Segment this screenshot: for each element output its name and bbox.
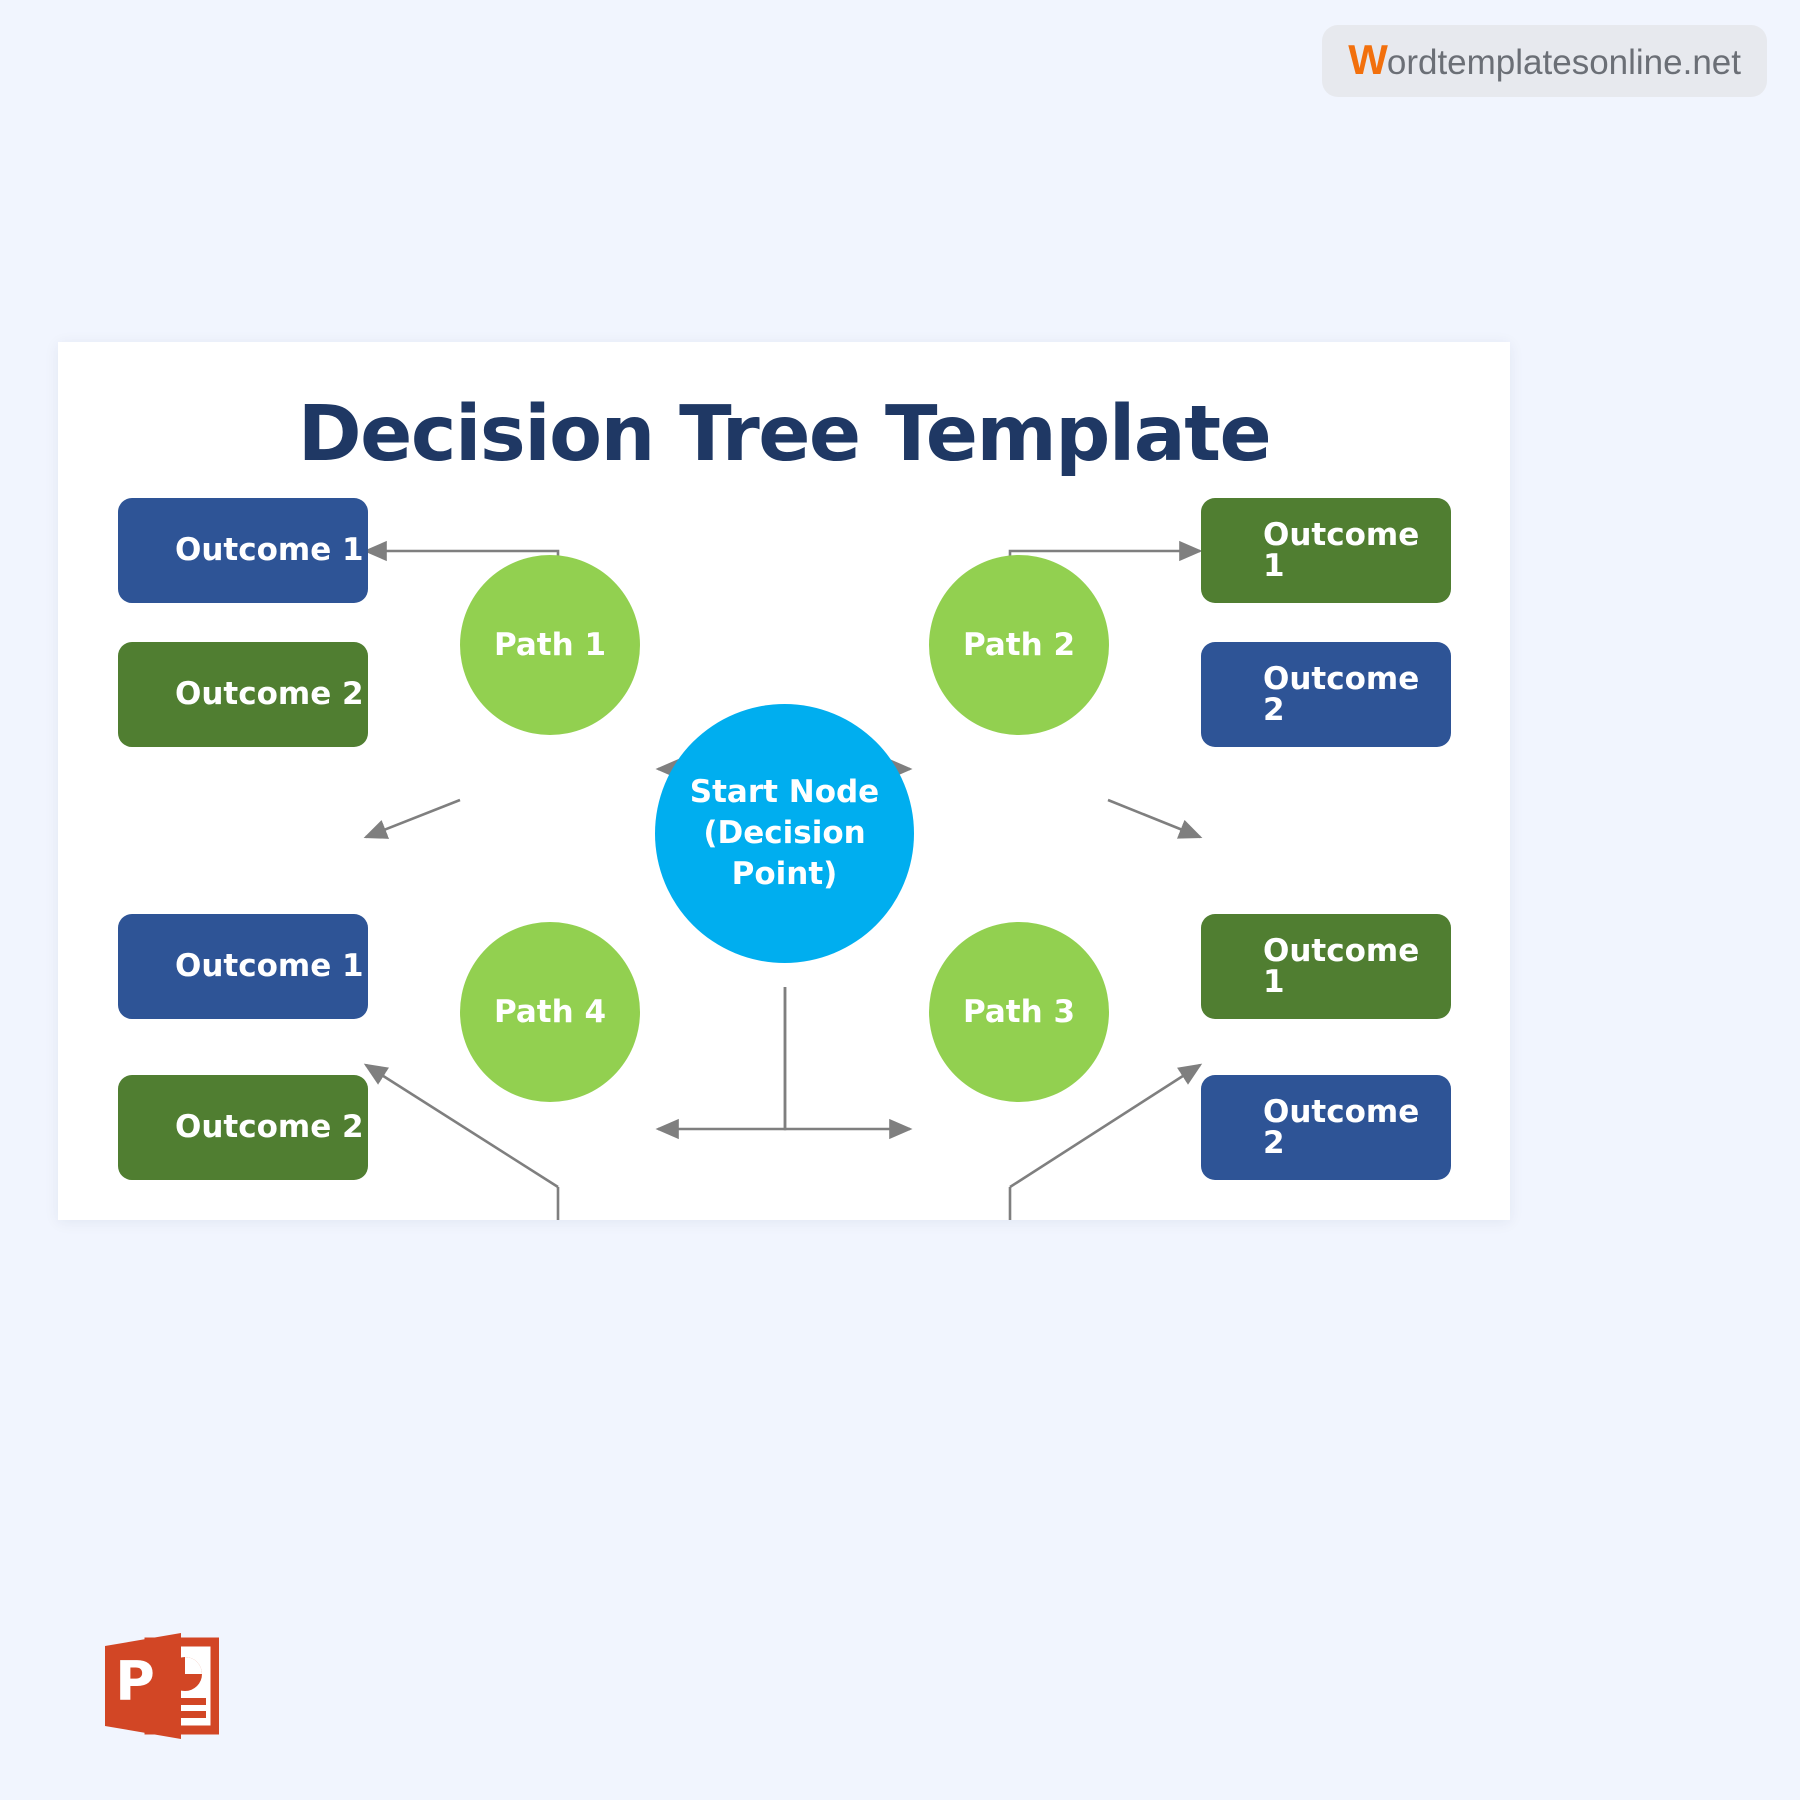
outcome-label: Outcome 2 (1263, 1093, 1420, 1161)
connector-path3-to-outcome2 (1008, 1187, 1012, 1220)
watermark-initial: W (1348, 36, 1388, 83)
outcome-box-bottom-right-1[interactable]: Outcome 1 (1201, 914, 1451, 1019)
outcome-box-bottom-left-2[interactable]: Outcome 2 (118, 1075, 368, 1180)
outcome-box-top-left-2[interactable]: Outcome 2 (118, 642, 368, 747)
start-node-decision-point[interactable]: Start Node (Decision Point) (655, 704, 914, 963)
connector-path1-to-outcome2 (363, 798, 461, 839)
path-circle-3[interactable]: Path 3 (929, 922, 1109, 1102)
outcome-label: Outcome 1 (175, 948, 364, 984)
outcome-box-bottom-left-1[interactable]: Outcome 1 (118, 914, 368, 1019)
path-label: Path 4 (493, 994, 607, 1030)
path-circle-4[interactable]: Path 4 (460, 922, 640, 1102)
outcome-box-top-left-1[interactable]: Outcome 1 (118, 498, 368, 603)
outcome-label: Outcome 2 (1263, 660, 1420, 728)
path-label: Path 1 (493, 627, 607, 663)
connector-start-to-path4 (655, 987, 787, 1140)
outcome-label: Outcome 1 (1263, 516, 1420, 584)
outcome-label: Outcome 1 (1263, 932, 1420, 1000)
outcome-box-top-right-1[interactable]: Outcome 1 (1201, 498, 1451, 603)
powerpoint-icon-letter: P (115, 1650, 155, 1713)
connector-path2-to-outcome2 (1107, 798, 1203, 839)
start-node-line-1: Start Node (689, 774, 880, 811)
powerpoint-icon: P (105, 1633, 219, 1739)
watermark-domain: ordtemplatesonline.net (1386, 43, 1741, 82)
start-node-line-2: (Decision (703, 815, 866, 852)
path-circle-2[interactable]: Path 2 (929, 555, 1109, 735)
outcome-box-top-right-2[interactable]: Outcome 2 (1201, 642, 1451, 747)
connector-start-to-path3 (783, 987, 913, 1140)
outcome-box-bottom-right-2[interactable]: Outcome 2 (1201, 1075, 1451, 1180)
start-node-line-3: Point) (731, 855, 838, 892)
path-label: Path 3 (962, 994, 1076, 1030)
outcome-label: Outcome 1 (175, 532, 364, 568)
outcome-label: Outcome 2 (175, 676, 364, 712)
slide-canvas: Decision Tree Template Outcome 1 Outcome… (58, 342, 1510, 1220)
connector-path4-to-outcome2 (556, 1187, 560, 1220)
outcome-label: Outcome 2 (175, 1109, 364, 1145)
path-label: Path 2 (962, 627, 1076, 663)
site-watermark: Wordtemplatesonline.net (1322, 25, 1767, 97)
path-circle-1[interactable]: Path 1 (460, 555, 640, 735)
